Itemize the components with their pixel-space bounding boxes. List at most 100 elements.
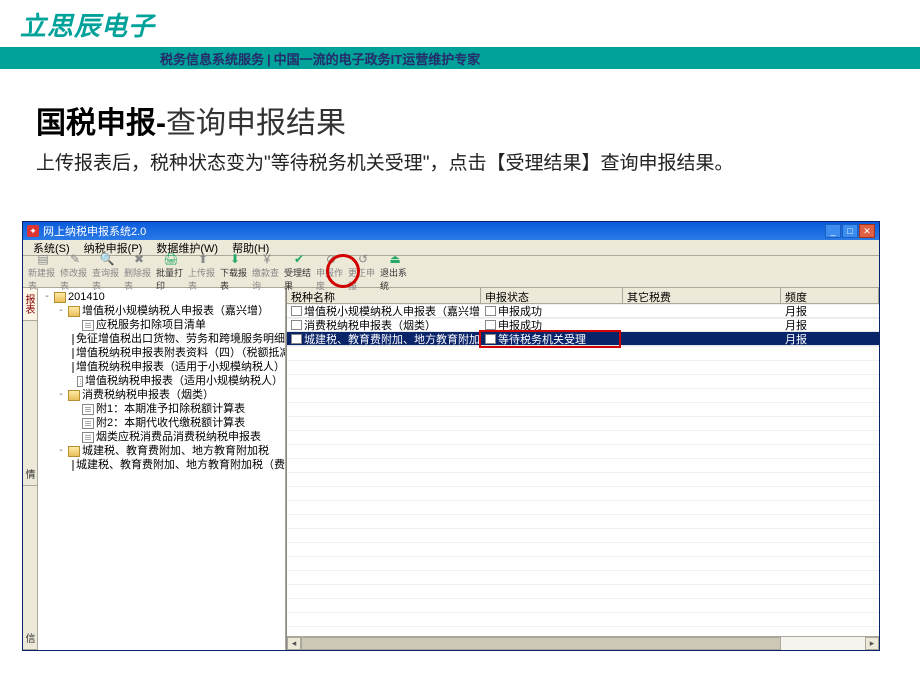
- tree-item[interactable]: 烟类应税消费品消费税纳税申报表: [70, 430, 283, 444]
- download-icon: ⬇: [227, 252, 243, 266]
- doc-icon: [82, 418, 94, 429]
- tree-panel: -201410 -增值税小规模纳税人申报表（嘉兴增） 应税服务扣除项目清单 免征…: [38, 288, 286, 650]
- tb-correct[interactable]: ↺更正申报: [347, 257, 379, 287]
- left-tabstrip: 报表 情 信: [23, 288, 38, 650]
- tree-item-label: 增值税纳税申报表（适用于小规模纳税人）附列资料: [76, 360, 286, 374]
- tb-payment[interactable]: ￥缴款查询: [251, 257, 283, 287]
- tree-item[interactable]: 增值税纳税申报表（适用于小规模纳税人）附列资料: [70, 360, 283, 374]
- tb-edit-label: 修改报表: [60, 266, 90, 292]
- tree-item[interactable]: 增值税纳税申报表（适用小规模纳税人）: [70, 374, 283, 388]
- grid-row-selected[interactable]: 城建税、教育费附加、地方教育附加税 等待税务机关受理 月报: [287, 332, 879, 346]
- tb-upload[interactable]: ⬆上传报表: [187, 257, 219, 287]
- cell-status: 申报成功: [481, 318, 623, 331]
- search-icon: 🔍: [99, 252, 115, 266]
- tree[interactable]: -201410 -增值税小规模纳税人申报表（嘉兴增） 应税服务扣除项目清单 免征…: [40, 290, 283, 472]
- tb-edit[interactable]: ✎修改报表: [59, 257, 91, 287]
- doc-icon: [291, 320, 302, 330]
- titlebar[interactable]: ✦ 网上纳税申报系统2.0 _ □ ✕: [23, 222, 879, 240]
- tagline-a: 税务信息系统服务: [160, 52, 264, 67]
- tree-item-label: 增值税纳税申报表附表资料（四）（税额抵减情况表）: [76, 346, 286, 360]
- tree-item-label: 免征增值税出口货物、劳务和跨境服务明细表: [76, 332, 286, 346]
- grid-row[interactable]: 消费税纳税申报表（烟类） 申报成功 月报: [287, 318, 879, 332]
- tree-group-1-label: 消费税纳税申报表（烟类）: [82, 388, 214, 402]
- vtab-forms[interactable]: 报表: [23, 288, 37, 321]
- window-title: 网上纳税申报系统2.0: [43, 223, 825, 239]
- delete-icon: ✖: [131, 252, 147, 266]
- result-icon: ✔: [291, 252, 307, 266]
- payment-icon: ￥: [259, 252, 275, 266]
- tb-query[interactable]: 🔍查询报表: [91, 257, 123, 287]
- cell-status: 申报成功: [481, 304, 623, 317]
- tree-item-label: 城建税、教育费附加、地方教育附加税（费）申报表: [76, 458, 286, 472]
- title-bold: 国税申报-: [36, 107, 166, 140]
- col-status[interactable]: 申报状态: [481, 288, 623, 303]
- tb-payment-label: 缴款查询: [252, 266, 282, 292]
- exit-icon: ⏏: [387, 252, 403, 266]
- maximize-button[interactable]: □: [842, 224, 858, 238]
- tb-exit[interactable]: ⏏退出系统: [379, 257, 411, 287]
- tree-item[interactable]: 增值税纳税申报表附表资料（四）（税额抵减情况表）: [70, 346, 283, 360]
- tagline: 税务信息系统服务|中国一流的电子政务IT运营维护专家: [160, 49, 480, 68]
- tb-result-label: 受理结果: [284, 266, 314, 292]
- tree-item[interactable]: 城建税、教育费附加、地方教育附加税（费）申报表: [70, 458, 283, 472]
- cell-status: 等待税务机关受理: [481, 332, 623, 345]
- tb-correct-label: 更正申报: [348, 266, 378, 292]
- tree-item-label: 应税服务扣除项目清单: [96, 318, 206, 332]
- tree-root[interactable]: -201410: [42, 290, 283, 304]
- folder-open-icon: [54, 292, 66, 303]
- doc-icon: [72, 362, 74, 373]
- doc-icon: [291, 334, 302, 344]
- tagline-b: 中国一流的电子政务IT运营维护专家: [274, 52, 481, 67]
- doc-icon: [485, 334, 496, 344]
- grid-body[interactable]: 增值税小规模纳税人申报表（嘉兴增） 申报成功 月报 消费税纳税申报表（烟类） 申…: [287, 304, 879, 636]
- void-icon: ⊘: [323, 252, 339, 266]
- tb-upload-label: 上传报表: [188, 266, 218, 292]
- tb-download-label: 下载报表: [220, 266, 250, 292]
- tree-group-1[interactable]: -消费税纳税申报表（烟类）: [56, 388, 283, 402]
- minimize-button[interactable]: _: [825, 224, 841, 238]
- tb-void[interactable]: ⊘申报作废: [315, 257, 347, 287]
- folder-open-icon: [68, 306, 80, 317]
- tb-exit-label: 退出系统: [380, 266, 410, 292]
- tree-item-label: 附2：本期代收代缴税额计算表: [96, 416, 245, 430]
- tb-result[interactable]: ✔受理结果: [283, 257, 315, 287]
- tb-delete[interactable]: ✖删除报表: [123, 257, 155, 287]
- scrollbar-horizontal[interactable]: ◂ ▸: [287, 636, 879, 650]
- tree-group-2[interactable]: -城建税、教育费附加、地方教育附加税: [56, 444, 283, 458]
- tree-item-label: 增值税纳税申报表（适用小规模纳税人）: [85, 374, 283, 388]
- app-icon: ✦: [27, 225, 39, 237]
- menubar: 系统(S) 纳税申报(P) 数据维护(W) 帮助(H): [23, 240, 879, 256]
- toolbar: ▤新建报表 ✎修改报表 🔍查询报表 ✖删除报表 🖨批量打印 ⬆上传报表 ⬇下载报…: [23, 256, 879, 288]
- close-button[interactable]: ✕: [859, 224, 875, 238]
- col-other[interactable]: 其它税费: [623, 288, 781, 303]
- tree-root-label: 201410: [68, 290, 105, 304]
- col-freq[interactable]: 频度: [781, 288, 879, 303]
- tb-void-label: 申报作废: [316, 266, 346, 292]
- scroll-left-button[interactable]: ◂: [287, 637, 301, 650]
- tb-new[interactable]: ▤新建报表: [27, 257, 59, 287]
- title-thin: 查询申报结果: [166, 107, 346, 140]
- tree-item[interactable]: 附1：本期准予扣除税额计算表: [70, 402, 283, 416]
- page-desc: 上传报表后，税种状态变为"等待税务机关受理"，点击【受理结果】查询申报结果。: [36, 150, 884, 179]
- tree-item[interactable]: 附2：本期代收代缴税额计算表: [70, 416, 283, 430]
- vtab-info1[interactable]: 情: [23, 463, 37, 486]
- tree-item[interactable]: 免征增值税出口货物、劳务和跨境服务明细表: [70, 332, 283, 346]
- tree-item[interactable]: 应税服务扣除项目清单: [70, 318, 283, 332]
- edit-icon: ✎: [67, 252, 83, 266]
- tb-new-label: 新建报表: [28, 266, 58, 292]
- page-title: 国税申报-查询申报结果: [36, 98, 884, 142]
- tb-print[interactable]: 🖨批量打印: [155, 257, 187, 287]
- tb-download[interactable]: ⬇下载报表: [219, 257, 251, 287]
- tree-item-label: 附1：本期准予扣除税额计算表: [96, 402, 245, 416]
- tree-group-2-label: 城建税、教育费附加、地方教育附加税: [82, 444, 269, 458]
- upload-icon: ⬆: [195, 252, 211, 266]
- logo-cn: 立思辰电子: [20, 6, 155, 43]
- menu-data[interactable]: 数据维护(W): [150, 239, 224, 257]
- correct-icon: ↺: [355, 252, 371, 266]
- scroll-right-button[interactable]: ▸: [865, 637, 879, 650]
- tree-group-0[interactable]: -增值税小规模纳税人申报表（嘉兴增）: [56, 304, 283, 318]
- scroll-thumb[interactable]: [301, 637, 781, 650]
- vtab-info2[interactable]: 信: [23, 627, 37, 650]
- grid-row[interactable]: 增值税小规模纳税人申报表（嘉兴增） 申报成功 月报: [287, 304, 879, 318]
- doc-icon: [291, 306, 302, 316]
